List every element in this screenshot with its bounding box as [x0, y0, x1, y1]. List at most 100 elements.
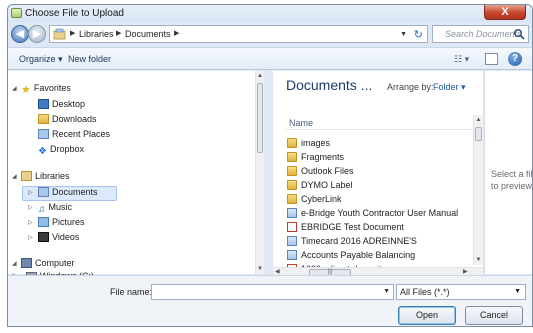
- file-row[interactable]: images: [287, 138, 330, 148]
- expand-arrow-icon[interactable]: ▷: [28, 189, 33, 196]
- new-folder-button[interactable]: New folder: [68, 54, 111, 64]
- collapse-arrow-icon[interactable]: ◢: [12, 173, 17, 180]
- navigation-pane: ◢ ★ Favorites Desktop Downloads Recent Pl…: [8, 71, 264, 274]
- file-list-vertical-scrollbar[interactable]: ▲ ▼: [473, 115, 483, 265]
- chevron-down-icon[interactable]: ▼: [383, 288, 390, 295]
- videos-icon: [38, 232, 49, 242]
- scroll-up-icon[interactable]: ▲: [474, 115, 483, 125]
- expand-arrow-icon[interactable]: ▷: [28, 219, 33, 226]
- file-name: e-Bridge Youth Contractor User Manual: [301, 208, 459, 218]
- breadcrumb-separator-icon: ▶: [70, 30, 76, 37]
- expand-arrow-icon[interactable]: ▷: [28, 234, 33, 241]
- scroll-left-icon[interactable]: ◀: [275, 268, 280, 275]
- file-name: EBRIDGE Test Document: [301, 222, 404, 232]
- nav-videos[interactable]: Videos: [38, 232, 79, 242]
- nav-favorites[interactable]: ★ Favorites: [21, 83, 71, 96]
- nav-dropbox[interactable]: ❖ Dropbox: [38, 144, 84, 157]
- nav-videos-label: Videos: [52, 232, 80, 242]
- change-view-icon[interactable]: ☷ ▾: [454, 54, 469, 65]
- file-name: DYMO Label: [301, 180, 353, 190]
- nav-favorites-label: Favorites: [33, 83, 71, 93]
- expand-arrow-icon[interactable]: ▷: [28, 204, 33, 211]
- nav-downloads[interactable]: Downloads: [38, 114, 97, 124]
- music-icon: ♫: [38, 204, 46, 215]
- scroll-thumb[interactable]: [257, 83, 263, 153]
- title-bar: Choose File to Upload X: [8, 5, 532, 22]
- file-row[interactable]: Timecard 2016 ADREINNE'S: [287, 236, 417, 246]
- forward-button[interactable]: ▶: [28, 25, 46, 43]
- file-name-field[interactable]: ▼: [151, 284, 394, 300]
- arrange-by-label: Arrange by:: [387, 82, 434, 92]
- search-icon[interactable]: [513, 28, 525, 40]
- nav-dropbox-label: Dropbox: [49, 144, 84, 154]
- search-input[interactable]: Search Documents: [432, 25, 529, 43]
- breadcrumb-separator-icon[interactable]: ▶: [174, 29, 179, 37]
- file-name: CyberLink: [301, 194, 342, 204]
- cancel-button[interactable]: Cancel: [465, 306, 523, 325]
- scroll-down-icon[interactable]: ▼: [474, 255, 483, 265]
- breadcrumb-libraries[interactable]: Libraries: [79, 29, 114, 39]
- address-dropdown-icon[interactable]: ▼: [400, 31, 407, 38]
- file-type-filter-value: All Files (*.*): [400, 287, 450, 297]
- refresh-icon[interactable]: ↻: [414, 28, 423, 41]
- organize-button[interactable]: Organize ▾: [19, 54, 63, 65]
- preview-pane: Select a file to preview.: [484, 71, 532, 274]
- document-icon: [287, 208, 297, 218]
- preview-pane-icon[interactable]: [485, 53, 498, 65]
- open-button[interactable]: Open: [398, 306, 456, 325]
- close-button[interactable]: X: [484, 5, 526, 20]
- scroll-down-icon[interactable]: ▼: [256, 264, 264, 274]
- file-list-pane: Documents ... Arrange by: Folder ▾ Name …: [273, 71, 483, 274]
- folder-icon: [287, 138, 297, 148]
- computer-icon: [21, 258, 32, 268]
- breadcrumb-separator-icon: ▶: [116, 30, 122, 37]
- documents-icon: [38, 187, 49, 197]
- back-button[interactable]: ◀: [11, 25, 29, 43]
- name-column-header[interactable]: Name: [289, 118, 313, 128]
- libraries-icon: [53, 28, 66, 40]
- folder-icon: [287, 152, 297, 162]
- file-row[interactable]: Fragments: [287, 152, 344, 162]
- nav-desktop[interactable]: Desktop: [38, 99, 85, 109]
- file-row[interactable]: CyberLink: [287, 194, 342, 204]
- file-type-filter[interactable]: All Files (*.*) ▼: [396, 284, 526, 300]
- document-icon: [287, 236, 297, 246]
- window-title: Choose File to Upload: [25, 8, 124, 19]
- library-title: Documents ...: [286, 77, 373, 93]
- address-bar[interactable]: ▶ Libraries ▶ Documents ▶ ▼ ↻: [49, 25, 428, 43]
- file-row[interactable]: DYMO Label: [287, 180, 353, 190]
- nav-recent-places-label: Recent Places: [52, 129, 111, 139]
- file-row[interactable]: e-Bridge Youth Contractor User Manual: [287, 208, 458, 218]
- navigation-scrollbar[interactable]: ▲ ▼: [255, 71, 264, 274]
- file-row[interactable]: EBRIDGE Test Document: [287, 222, 404, 232]
- arrange-by-dropdown[interactable]: Folder ▾: [433, 82, 466, 93]
- nav-documents[interactable]: Documents: [38, 187, 98, 197]
- nav-recent-places[interactable]: Recent Places: [38, 129, 110, 139]
- file-name-label: File name:: [110, 287, 153, 297]
- star-icon: ★: [21, 84, 31, 96]
- nav-music[interactable]: ♫ Music: [38, 202, 72, 215]
- recent-places-icon: [38, 129, 49, 139]
- folder-icon: [287, 166, 297, 176]
- chevron-down-icon[interactable]: ▼: [514, 285, 521, 299]
- scroll-right-icon[interactable]: ▶: [463, 268, 468, 275]
- collapse-arrow-icon[interactable]: ◢: [12, 85, 17, 92]
- nav-libraries[interactable]: Libraries: [21, 171, 70, 181]
- scroll-thumb[interactable]: [475, 127, 482, 141]
- search-placeholder: Search Documents: [445, 29, 522, 39]
- folder-icon: [287, 180, 297, 190]
- nav-pictures[interactable]: Pictures: [38, 217, 85, 227]
- help-icon[interactable]: ?: [508, 52, 522, 66]
- breadcrumb-documents[interactable]: Documents: [125, 29, 171, 39]
- file-row[interactable]: Accounts Payable Balancing: [287, 250, 415, 260]
- app-icon: [11, 8, 22, 18]
- file-row[interactable]: Outlook Files: [287, 166, 354, 176]
- dialog-footer: File name: ▼ All Files (*.*) ▼ Open Canc…: [8, 275, 532, 326]
- nav-computer[interactable]: Computer: [21, 258, 75, 268]
- collapse-arrow-icon[interactable]: ◢: [12, 260, 17, 267]
- file-name: Outlook Files: [301, 166, 354, 176]
- nav-documents-label: Documents: [52, 187, 98, 197]
- dropbox-icon: ❖: [38, 146, 47, 157]
- scroll-up-icon[interactable]: ▲: [256, 71, 264, 81]
- command-bar: Organize ▾ New folder ☷ ▾ ?: [8, 47, 532, 70]
